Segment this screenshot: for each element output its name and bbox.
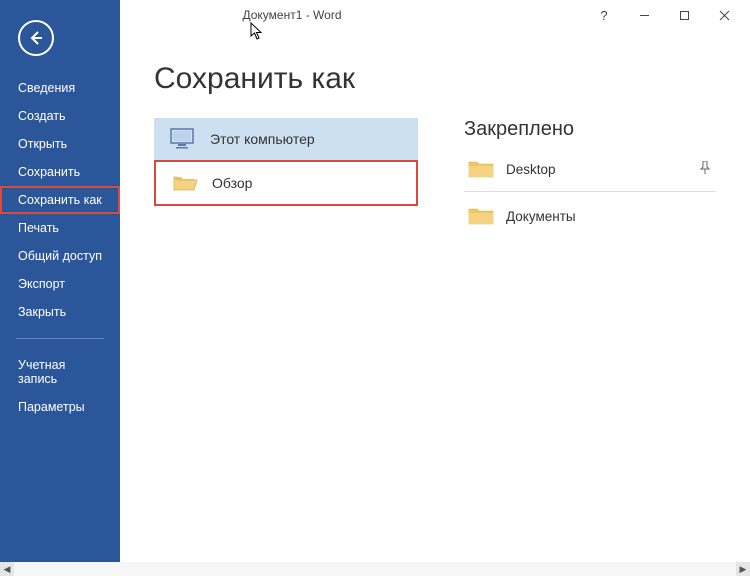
location-browse-label: Обзор xyxy=(212,175,252,191)
folder-label: Desktop xyxy=(506,162,556,177)
titlebar: Документ1 - Word ? xyxy=(0,0,750,30)
monitor-icon xyxy=(170,128,196,150)
nav-export[interactable]: Экспорт xyxy=(0,270,120,298)
nav-options[interactable]: Параметры xyxy=(0,393,120,421)
maximize-button[interactable] xyxy=(664,2,704,28)
sidebar: Сведения Создать Открыть Сохранить Сохра… xyxy=(0,0,120,576)
nav-divider xyxy=(16,338,104,339)
nav-save[interactable]: Сохранить xyxy=(0,158,120,186)
help-button[interactable]: ? xyxy=(584,2,624,28)
columns: Этот компьютер Обзор Закреплено xyxy=(154,118,716,234)
pinned-title: Закреплено xyxy=(464,118,716,141)
pin-icon[interactable] xyxy=(700,161,710,178)
folder-open-icon xyxy=(172,172,198,194)
folder-icon xyxy=(468,159,494,179)
folder-icon xyxy=(468,206,494,226)
main-content: Сохранить как Этот компьютер xyxy=(120,0,750,562)
nav-items: Сведения Создать Открыть Сохранить Сохра… xyxy=(0,74,120,421)
location-list: Этот компьютер Обзор xyxy=(154,118,418,234)
minimize-button[interactable] xyxy=(624,2,664,28)
location-this-pc[interactable]: Этот компьютер xyxy=(154,118,418,160)
scroll-right-button[interactable]: ▶ xyxy=(736,562,750,576)
nav-share[interactable]: Общий доступ xyxy=(0,242,120,270)
nav-info[interactable]: Сведения xyxy=(0,74,120,102)
pinned-section: Закреплено Desktop xyxy=(464,118,716,234)
nav-save-as[interactable]: Сохранить как xyxy=(0,186,120,214)
scroll-track[interactable] xyxy=(14,562,736,576)
location-this-pc-label: Этот компьютер xyxy=(210,131,315,147)
folder-documents[interactable]: Документы xyxy=(464,198,716,234)
close-button[interactable] xyxy=(704,2,744,28)
window-controls: ? xyxy=(584,2,750,28)
horizontal-scrollbar[interactable]: ◀ ▶ xyxy=(0,562,750,576)
folder-desktop[interactable]: Desktop xyxy=(464,151,716,187)
page-title: Сохранить как xyxy=(154,62,716,96)
nav-close[interactable]: Закрыть xyxy=(0,298,120,326)
nav-open[interactable]: Открыть xyxy=(0,130,120,158)
location-browse[interactable]: Обзор xyxy=(154,160,418,206)
nav-new[interactable]: Создать xyxy=(0,102,120,130)
nav-account[interactable]: Учетная запись xyxy=(0,351,120,393)
window-title: Документ1 - Word xyxy=(0,8,584,22)
folder-label: Документы xyxy=(506,209,576,224)
row-divider xyxy=(464,191,716,192)
scroll-left-button[interactable]: ◀ xyxy=(0,562,14,576)
nav-print[interactable]: Печать xyxy=(0,214,120,242)
